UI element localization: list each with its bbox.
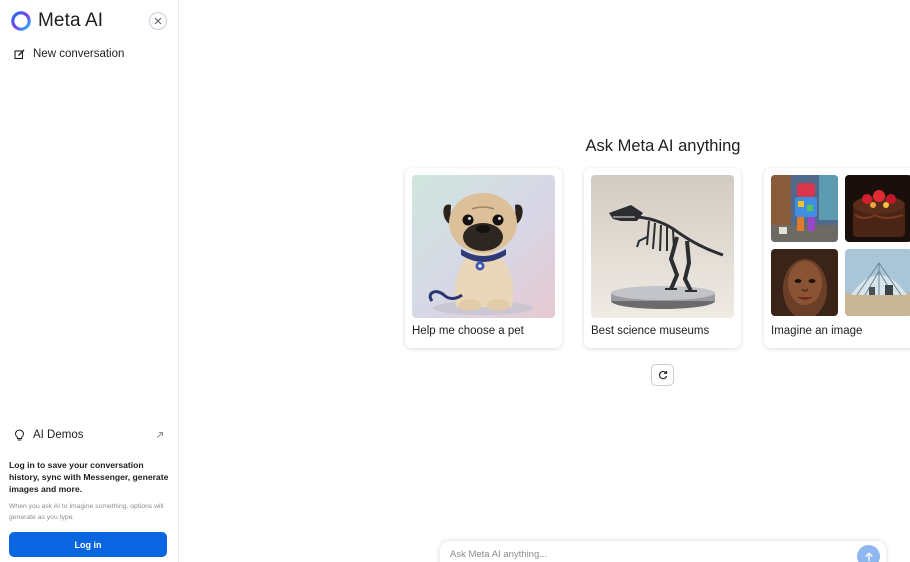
new-conversation-label: New conversation (33, 48, 125, 60)
send-button[interactable] (857, 545, 880, 562)
sidebar: Meta AI New conversation AI Demos Log in… (0, 0, 179, 562)
ai-demos-link[interactable]: AI Demos (14, 429, 164, 441)
login-button[interactable]: Log in (9, 532, 167, 557)
meta-ai-ring-icon (11, 11, 31, 31)
card-caption: Imagine an image (771, 325, 863, 337)
login-prompt-note: When you ask AI to imagine something, op… (9, 503, 164, 521)
send-arrow-icon (864, 551, 873, 561)
close-icon (154, 17, 162, 25)
new-conversation-button[interactable]: New conversation (14, 48, 124, 60)
suggestion-card-museums[interactable]: Best science museums (584, 168, 741, 348)
refresh-suggestions-button[interactable] (651, 364, 674, 386)
brand[interactable]: Meta AI (10, 10, 103, 32)
close-sidebar-button[interactable] (149, 12, 167, 30)
lightbulb-icon (14, 429, 25, 441)
card-caption: Help me choose a pet (412, 325, 524, 337)
ai-demos-label: AI Demos (33, 429, 84, 441)
pug-photo (412, 175, 555, 318)
suggestion-card-imagine[interactable]: Imagine an image (764, 168, 910, 348)
page-heading: Ask Meta AI anything (585, 137, 741, 155)
robot-toy-thumbnail (771, 175, 838, 242)
brand-name: Meta AI (38, 10, 104, 31)
glass-dome-thumbnail (845, 249, 910, 316)
external-arrow-icon (157, 432, 163, 438)
chat-input[interactable] (450, 549, 850, 560)
login-prompt-title: Log in to save your conversation history… (9, 460, 169, 494)
chocolate-cake-thumbnail (845, 175, 910, 242)
refresh-icon (658, 370, 667, 380)
suggestion-card-pet[interactable]: Help me choose a pet (405, 168, 562, 348)
dinosaur-skeleton-photo (591, 175, 734, 318)
chat-composer (440, 541, 886, 562)
portrait-thumbnail (771, 249, 838, 316)
meta-ai-app: Meta AI New conversation AI Demos Log in… (0, 0, 910, 562)
edit-icon (14, 49, 25, 59)
card-caption: Best science museums (591, 325, 710, 337)
